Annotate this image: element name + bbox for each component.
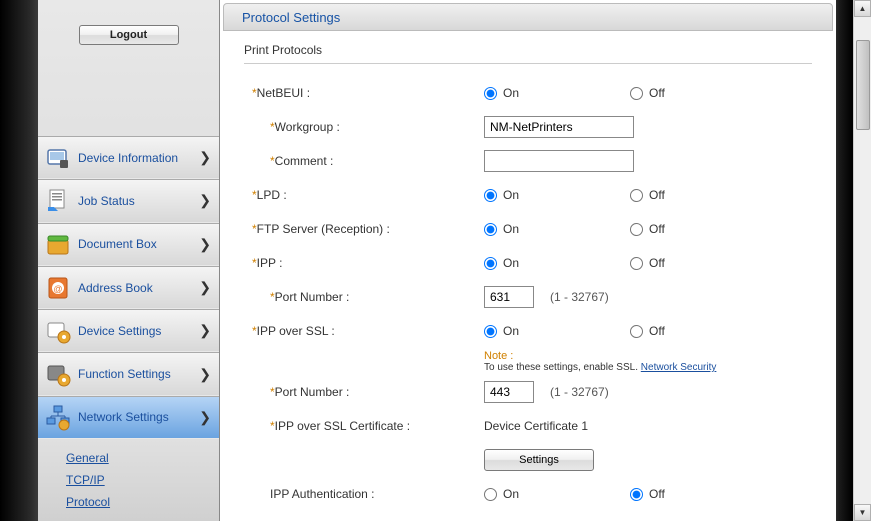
panel-title: Protocol Settings <box>223 3 833 31</box>
sidebar: Logout Device Information ❯ Job Status ❯… <box>38 0 220 521</box>
chevron-right-icon: ❯ <box>199 149 211 166</box>
label-comment: Comment : <box>275 154 334 168</box>
scroll-down-arrow[interactable]: ▼ <box>854 504 871 521</box>
device-settings-icon <box>44 317 72 345</box>
chevron-right-icon: ❯ <box>199 322 211 339</box>
input-ipp-ssl-port[interactable] <box>484 381 534 403</box>
sidebar-item-label: Device Information <box>78 151 199 165</box>
chevron-right-icon: ❯ <box>199 236 211 253</box>
input-workgroup[interactable] <box>484 116 634 138</box>
chevron-down-icon: ❯ <box>199 409 211 426</box>
subnav-general[interactable]: General <box>66 447 219 469</box>
chevron-right-icon: ❯ <box>199 366 211 383</box>
settings-button[interactable]: Settings <box>484 449 594 471</box>
logout-button[interactable]: Logout <box>79 25 179 45</box>
sidebar-item-label: Address Book <box>78 281 199 295</box>
radio-netbeui-off[interactable] <box>630 87 643 100</box>
cert-value: Device Certificate 1 <box>484 419 588 433</box>
radio-lpd-off[interactable] <box>630 189 643 202</box>
note-text: To use these settings, enable SSL. <box>484 362 641 373</box>
sidebar-subnav: General TCP/IP Protocol <box>38 439 219 521</box>
label-ftp: FTP Server (Reception) : <box>257 222 390 236</box>
sidebar-item-network-settings[interactable]: Network Settings ❯ <box>38 396 219 439</box>
radio-ftp-off[interactable] <box>630 223 643 236</box>
chevron-right-icon: ❯ <box>199 279 211 296</box>
divider <box>244 63 812 64</box>
network-settings-icon <box>44 403 72 431</box>
window-scrollbar[interactable]: ▲ ▼ <box>853 0 871 521</box>
chevron-right-icon: ❯ <box>199 192 211 209</box>
subnav-protocol[interactable]: Protocol <box>66 491 219 513</box>
label-lpd: LPD : <box>257 188 287 202</box>
sidebar-item-document-box[interactable]: Document Box ❯ <box>38 223 219 266</box>
content-area: Protocol Settings Print Protocols *NetBE… <box>220 0 836 521</box>
label-ipp-port: Port Number : <box>275 290 350 304</box>
address-book-icon: @ <box>44 274 72 302</box>
scroll-thumb[interactable] <box>856 40 870 130</box>
note-label: Note : <box>484 350 812 362</box>
port-range: (1 - 32767) <box>550 290 609 304</box>
radio-ipp-ssl-off[interactable] <box>630 325 643 338</box>
sidebar-item-label: Device Settings <box>78 324 199 338</box>
input-comment[interactable] <box>484 150 634 172</box>
radio-lpd-on[interactable] <box>484 189 497 202</box>
job-status-icon <box>44 187 72 215</box>
radio-ipp-off[interactable] <box>630 257 643 270</box>
label-netbeui: NetBEUI : <box>257 86 310 100</box>
document-box-icon <box>44 230 72 258</box>
label-ipp-ssl-port: Port Number : <box>275 385 350 399</box>
sidebar-item-job-status[interactable]: Job Status ❯ <box>38 179 219 222</box>
radio-ipp-on[interactable] <box>484 257 497 270</box>
label-workgroup: Workgroup : <box>275 120 340 134</box>
sidebar-item-label: Job Status <box>78 194 199 208</box>
sidebar-item-device-settings[interactable]: Device Settings ❯ <box>38 309 219 352</box>
label-ipp-auth: IPP Authentication : <box>270 487 375 501</box>
frame-right-border <box>836 0 852 521</box>
subnav-tcpip[interactable]: TCP/IP <box>66 469 219 491</box>
section-title: Print Protocols <box>244 43 812 57</box>
device-info-icon <box>44 144 72 172</box>
input-ipp-port[interactable] <box>484 286 534 308</box>
note-link-network-security[interactable]: Network Security <box>641 362 717 373</box>
label-ipp-ssl: IPP over SSL : <box>257 324 335 338</box>
sidebar-item-device-information[interactable]: Device Information ❯ <box>38 136 219 179</box>
radio-ftp-on[interactable] <box>484 223 497 236</box>
radio-ipp-ssl-on[interactable] <box>484 325 497 338</box>
label-ipp-ssl-cert: IPP over SSL Certificate : <box>275 419 410 433</box>
port-range: (1 - 32767) <box>550 385 609 399</box>
sidebar-item-label: Function Settings <box>78 367 199 381</box>
sidebar-item-label: Network Settings <box>78 410 199 424</box>
sidebar-item-function-settings[interactable]: Function Settings ❯ <box>38 352 219 395</box>
label-ipp: IPP : <box>257 256 283 270</box>
radio-netbeui-on[interactable] <box>484 87 497 100</box>
function-settings-icon <box>44 360 72 388</box>
radio-ipp-auth-on[interactable] <box>484 488 497 501</box>
radio-ipp-auth-off[interactable] <box>630 488 643 501</box>
sidebar-item-label: Document Box <box>78 237 199 251</box>
frame-left-border <box>0 0 38 521</box>
scroll-up-arrow[interactable]: ▲ <box>854 0 871 17</box>
sidebar-item-address-book[interactable]: @ Address Book ❯ <box>38 266 219 309</box>
svg-text:@: @ <box>53 284 62 294</box>
